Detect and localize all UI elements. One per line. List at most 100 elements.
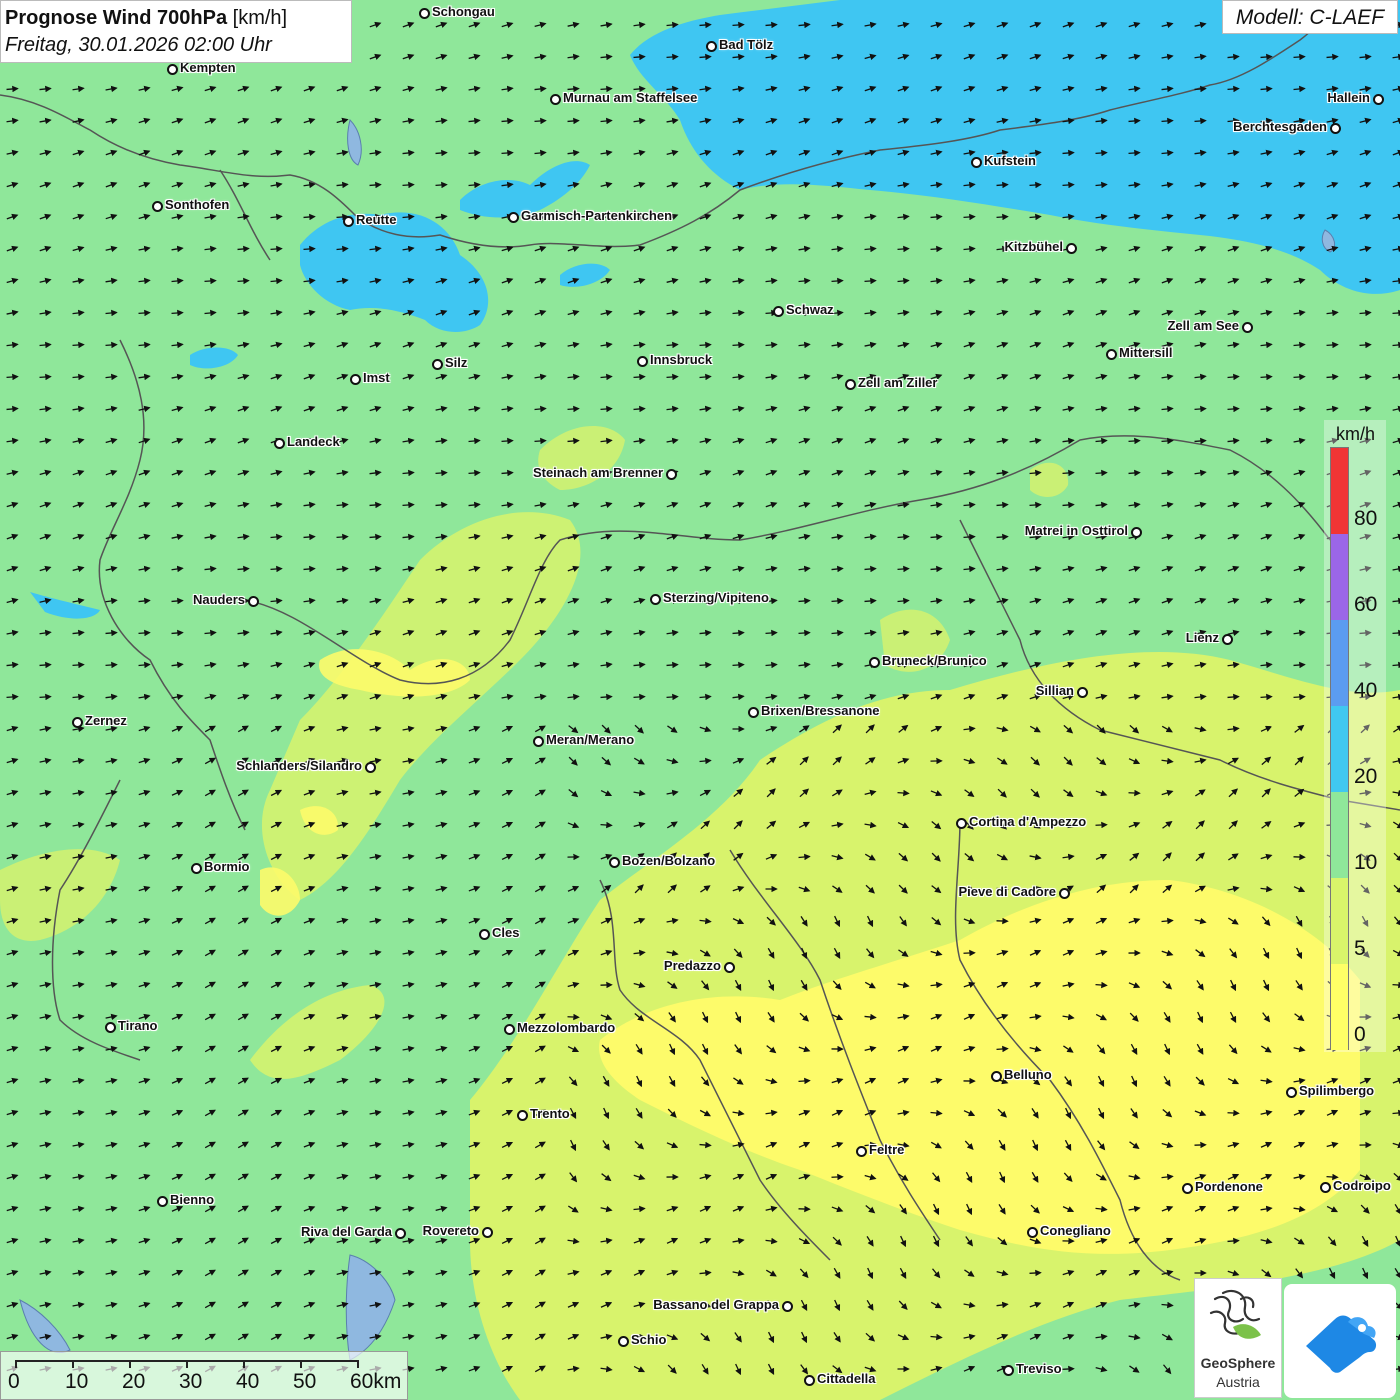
city-label: Schongau bbox=[432, 4, 495, 19]
wind-arrow bbox=[963, 213, 976, 221]
city-dot-icon bbox=[157, 1196, 168, 1207]
city-dot-icon bbox=[748, 707, 759, 718]
wind-arrow bbox=[1194, 85, 1207, 93]
wind-arrow bbox=[171, 277, 184, 285]
wind-arrow bbox=[666, 53, 679, 61]
wind-arrow bbox=[1392, 309, 1400, 317]
wind-arrow bbox=[1293, 693, 1306, 701]
wind-arrow bbox=[1260, 693, 1273, 701]
legend-segment bbox=[1331, 448, 1348, 534]
wind-arrow bbox=[303, 533, 316, 541]
legend-tick-label: 5 bbox=[1354, 937, 1366, 960]
city-label: Belluno bbox=[1004, 1067, 1052, 1082]
wind-arrow bbox=[1095, 981, 1108, 989]
wind-arrow bbox=[501, 469, 514, 477]
city-label: Codroipo bbox=[1333, 1178, 1391, 1193]
app-logo-icon bbox=[1306, 1315, 1377, 1373]
city-label: Imst bbox=[363, 370, 390, 385]
wind-arrow bbox=[303, 245, 316, 253]
scale-label: 30 bbox=[179, 1370, 203, 1393]
wind-arrow bbox=[72, 373, 85, 381]
wind-arrow bbox=[633, 693, 646, 701]
city-label: Mezzolombardo bbox=[517, 1020, 616, 1035]
wind-arrow bbox=[468, 149, 481, 157]
wind-arrow bbox=[237, 245, 250, 253]
legend-segment bbox=[1331, 964, 1348, 1050]
wind-arrow bbox=[171, 629, 184, 637]
wind-arrow bbox=[1392, 629, 1400, 637]
wind-arrow bbox=[666, 693, 679, 701]
wind-arrow bbox=[1227, 693, 1240, 701]
city-dot-icon bbox=[956, 818, 967, 829]
wind-arrow bbox=[1194, 117, 1207, 125]
legend-colorbar bbox=[1330, 447, 1349, 1050]
wind-arrow bbox=[633, 53, 646, 61]
wind-arrow bbox=[600, 405, 613, 413]
city-dot-icon bbox=[1131, 527, 1142, 538]
city-dot-icon bbox=[971, 157, 982, 168]
wind-arrow bbox=[1062, 149, 1075, 157]
wind-arrow bbox=[567, 405, 580, 413]
wind-arrow bbox=[369, 181, 382, 189]
wind-arrow bbox=[435, 501, 448, 509]
geosphere-logo[interactable]: GeoSphere Austria bbox=[1194, 1278, 1282, 1398]
city-label: Sillian bbox=[1035, 683, 1074, 698]
wind-arrow bbox=[699, 1141, 712, 1149]
wind-arrow bbox=[1128, 469, 1141, 477]
wind-arrow bbox=[1095, 821, 1108, 829]
city-dot-icon bbox=[1242, 322, 1253, 333]
wind-arrow bbox=[1293, 661, 1306, 669]
wind-arrow bbox=[699, 21, 712, 29]
city-dot-icon bbox=[343, 216, 354, 227]
wind-arrow bbox=[6, 85, 19, 93]
legend-tick-label: 20 bbox=[1354, 765, 1378, 788]
wind-arrow bbox=[501, 149, 514, 157]
wind-map[interactable]: Schongau Bad Tölz Kempten Murnau am Staffel… bbox=[0, 0, 1400, 1400]
legend-tick-label: 80 bbox=[1354, 507, 1378, 530]
wind-arrow bbox=[1392, 981, 1400, 989]
wind-arrow bbox=[39, 693, 52, 701]
wind-arrow bbox=[1227, 1237, 1240, 1245]
legend-segment bbox=[1331, 792, 1348, 878]
wind-arrow bbox=[864, 245, 877, 253]
city-label: Trento bbox=[530, 1106, 570, 1121]
city-dot-icon bbox=[845, 379, 856, 390]
city-label: Kitzbühel bbox=[1004, 239, 1064, 254]
wind-arrow bbox=[6, 405, 19, 413]
geosphere-name: GeoSphere bbox=[1200, 1355, 1276, 1371]
wind-arrow bbox=[1227, 405, 1240, 413]
city-label: Schwaz bbox=[786, 302, 834, 317]
city-dot-icon bbox=[350, 374, 361, 385]
wind-arrow bbox=[237, 565, 250, 573]
wind-arrow bbox=[171, 597, 184, 605]
scale-tick bbox=[186, 1360, 188, 1368]
city-label: Riva del Garda bbox=[300, 1224, 392, 1239]
city-label: Murnau am Staffelsee bbox=[563, 90, 698, 105]
wind-arrow bbox=[798, 1077, 811, 1085]
city-label: Cittadella bbox=[817, 1371, 876, 1386]
city-dot-icon bbox=[1066, 243, 1077, 254]
geosphere-emblem-icon bbox=[1209, 1289, 1261, 1339]
title-box: Prognose Wind 700hPa [km/h] Freitag, 30.… bbox=[0, 0, 352, 63]
city-label: Lienz bbox=[1185, 630, 1219, 645]
city-label: Schio bbox=[631, 1332, 667, 1347]
wind-arrow bbox=[1293, 53, 1306, 61]
city-label: Silz bbox=[445, 355, 468, 370]
wind-arrow bbox=[897, 565, 910, 573]
city-dot-icon bbox=[1059, 888, 1070, 899]
wind-arrow bbox=[303, 565, 316, 573]
wind-arrow bbox=[6, 693, 19, 701]
wind-arrow bbox=[600, 693, 613, 701]
wind-arrow bbox=[1260, 53, 1273, 61]
wind-arrow bbox=[1326, 341, 1339, 349]
city-label: Schlanders/Silandro bbox=[236, 758, 362, 773]
app-logo[interactable] bbox=[1284, 1284, 1396, 1398]
wind-arrow bbox=[732, 629, 745, 637]
city-dot-icon bbox=[618, 1336, 629, 1347]
wind-arrow bbox=[996, 181, 1009, 189]
wind-arrow bbox=[633, 405, 646, 413]
wind-arrow bbox=[930, 245, 943, 253]
forecast-time: Freitag, 30.01.2026 02:00 Uhr bbox=[5, 34, 272, 56]
city-dot-icon bbox=[248, 596, 259, 607]
wind-arrow bbox=[369, 501, 382, 509]
